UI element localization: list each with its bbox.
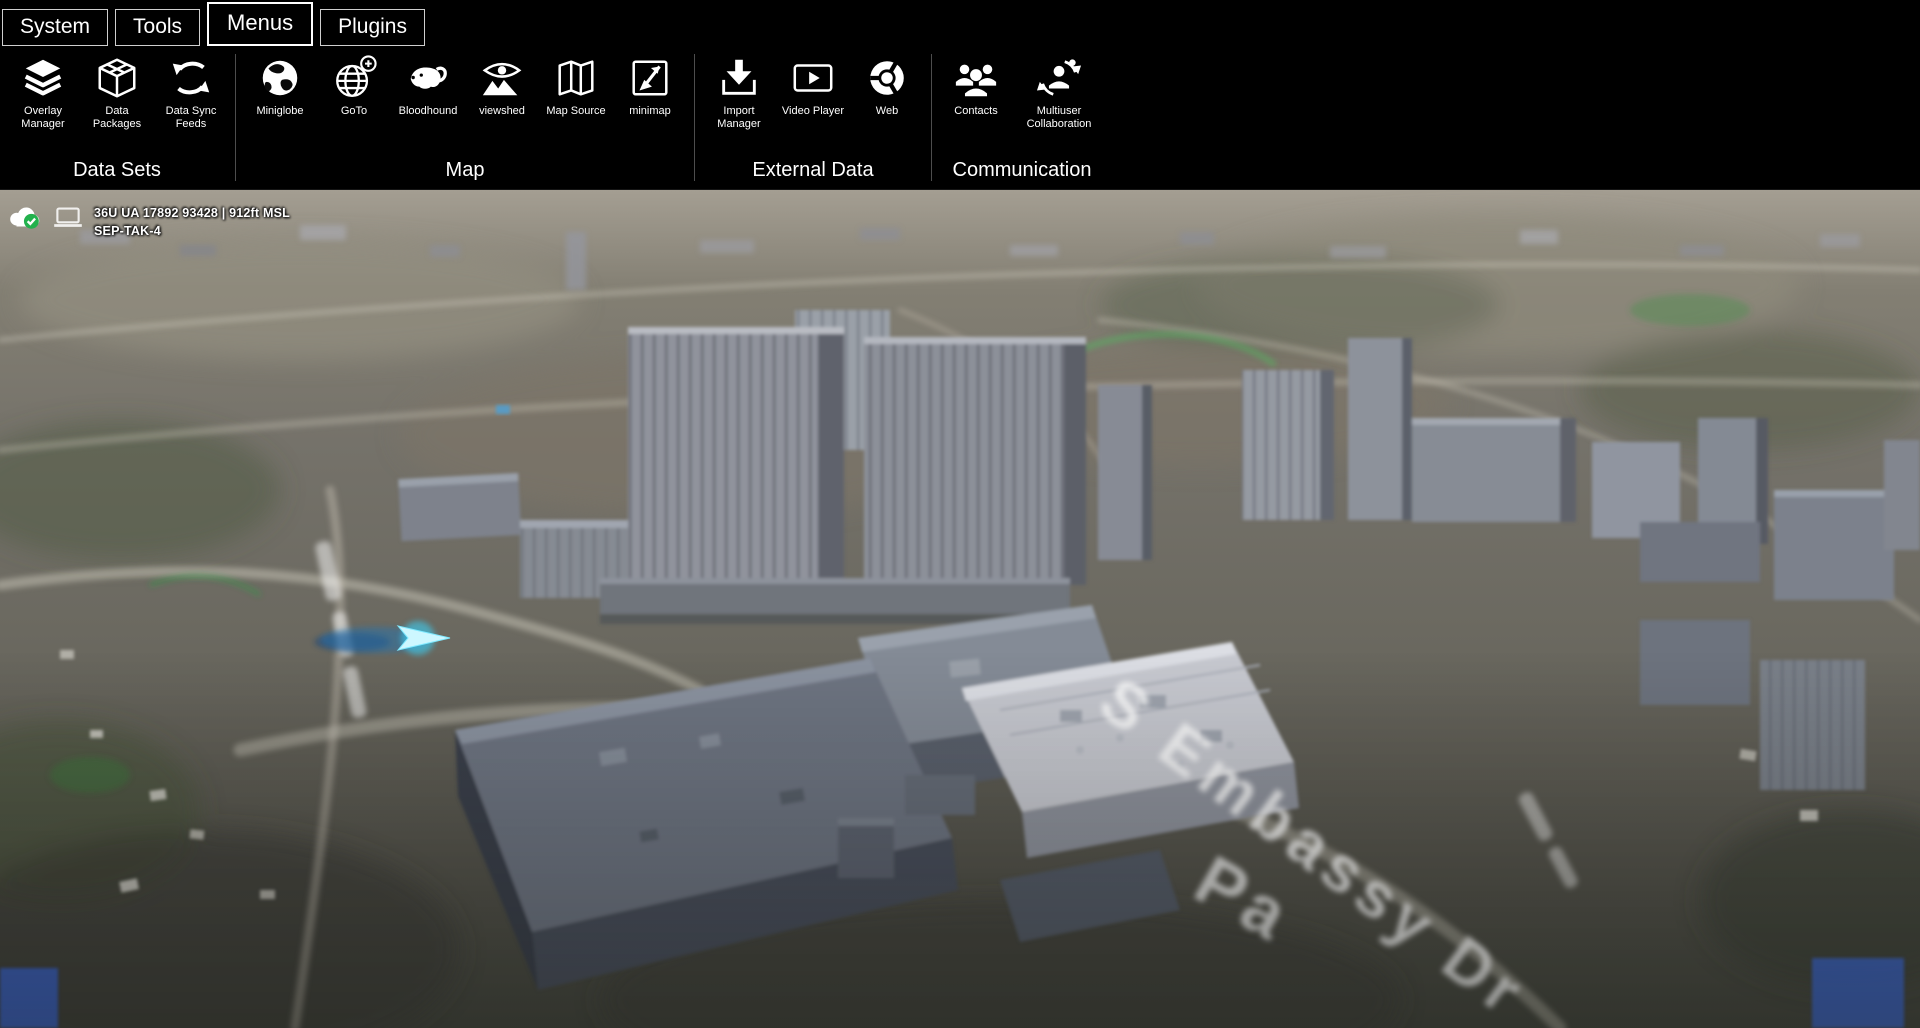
sync-icon [168, 52, 214, 104]
minimap-button[interactable]: minimap [613, 50, 687, 118]
button-label: GoTo [341, 105, 367, 118]
button-label: Contacts [954, 105, 997, 118]
eye-mountain-icon [479, 52, 525, 104]
ribbon-separator [694, 54, 695, 181]
goto-button[interactable]: GoTo [317, 50, 391, 118]
button-label: minimap [629, 105, 671, 118]
button-label: Web [876, 105, 898, 118]
tab-system[interactable]: System [2, 9, 108, 46]
button-label: Data Sync Feeds [154, 105, 228, 130]
button-label: Data Packages [80, 105, 154, 130]
dog-icon [405, 52, 451, 104]
ribbon-separator [235, 54, 236, 181]
viewshed-button[interactable]: viewshed [465, 50, 539, 118]
device-status-icon[interactable] [51, 204, 85, 230]
ribbon-group-data-sets: Overlay Manager Data Packages Data Sync … [2, 46, 232, 189]
ribbon-group-label: External Data [702, 157, 924, 187]
bloodhound-button[interactable]: Bloodhound [391, 50, 465, 118]
browser-icon [864, 52, 910, 104]
map-viewport[interactable]: S Embassy Dr Pa 36U UA 1 [0, 190, 1920, 1028]
ribbon-separator [931, 54, 932, 181]
menu-tab-bar: System Tools Menus Plugins [0, 0, 1920, 46]
miniglobe-button[interactable]: Miniglobe [243, 50, 317, 118]
ribbon-group-map: Miniglobe GoTo Bloodhound viewshed [239, 46, 691, 189]
vignette-overlay [0, 190, 1920, 1028]
self-callsign: SEP-TAK-4 [94, 222, 290, 240]
self-status-overlay: 36U UA 17892 93428 | 912ft MSL SEP-TAK-4 [8, 204, 290, 240]
web-button[interactable]: Web [850, 50, 924, 118]
ribbon-group-external-data: Import Manager Video Player Web External… [698, 46, 928, 189]
map-source-button[interactable]: Map Source [539, 50, 613, 118]
button-label: Import Manager [702, 105, 776, 130]
contacts-icon [953, 52, 999, 104]
globe-plus-icon [331, 52, 377, 104]
map-arrow-icon [627, 52, 673, 104]
multiuser-icon [1036, 52, 1082, 104]
button-label: Overlay Manager [6, 105, 80, 130]
overlay-manager-button[interactable]: Overlay Manager [6, 50, 80, 130]
ribbon-group-label: Communication [939, 157, 1105, 187]
layers-icon [20, 52, 66, 104]
ribbon-group-label: Map [243, 157, 687, 187]
data-sync-feeds-button[interactable]: Data Sync Feeds [154, 50, 228, 130]
tab-tools[interactable]: Tools [115, 9, 200, 46]
import-icon [716, 52, 762, 104]
data-packages-button[interactable]: Data Packages [80, 50, 154, 130]
tab-plugins[interactable]: Plugins [320, 9, 425, 46]
button-label: Video Player [782, 105, 844, 118]
ribbon-group-label: Data Sets [6, 157, 228, 187]
button-label: Bloodhound [399, 105, 458, 118]
contacts-button[interactable]: Contacts [939, 50, 1013, 118]
video-icon [790, 52, 836, 104]
package-icon [94, 52, 140, 104]
button-label: Multiuser Collaboration [1013, 105, 1105, 130]
map-3d-scene: S Embassy Dr Pa [0, 190, 1920, 1028]
import-manager-button[interactable]: Import Manager [702, 50, 776, 130]
button-label: Miniglobe [256, 105, 303, 118]
sync-ok-status-icon[interactable] [8, 204, 42, 230]
ribbon-toolbar: Overlay Manager Data Packages Data Sync … [0, 46, 1920, 190]
globe-icon [257, 52, 303, 104]
ribbon-group-communication: Contacts Multiuser Collaboration Communi… [935, 46, 1109, 189]
video-player-button[interactable]: Video Player [776, 50, 850, 118]
folded-map-icon [553, 52, 599, 104]
tab-menus[interactable]: Menus [207, 2, 313, 46]
multiuser-collaboration-button[interactable]: Multiuser Collaboration [1013, 50, 1105, 130]
self-coordinates: 36U UA 17892 93428 | 912ft MSL [94, 204, 290, 222]
button-label: viewshed [479, 105, 525, 118]
button-label: Map Source [546, 105, 605, 118]
